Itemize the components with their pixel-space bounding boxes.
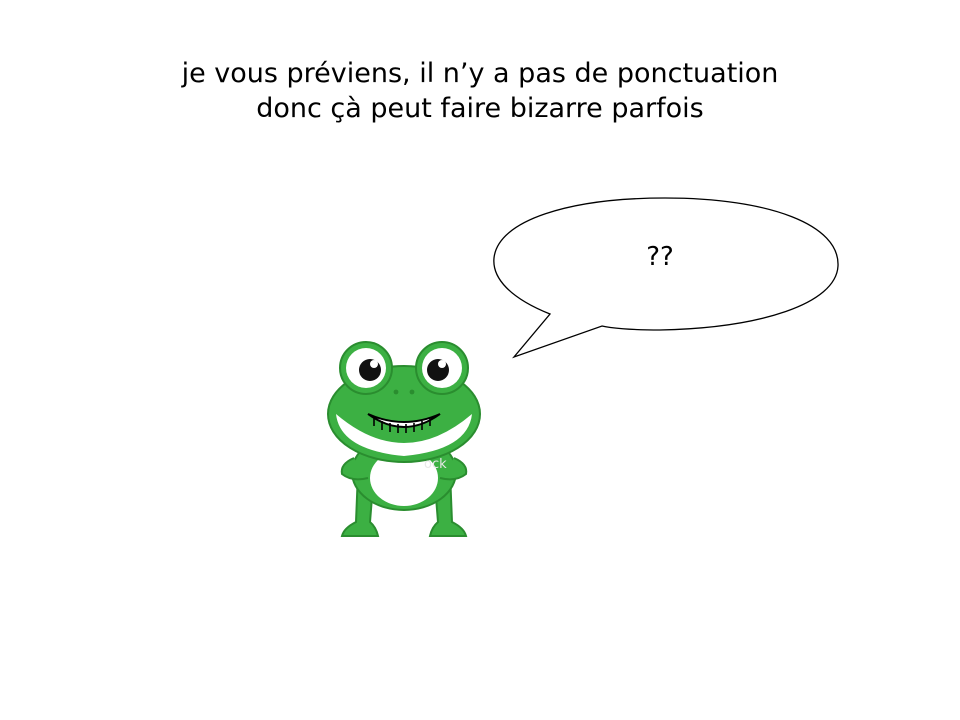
caption-line-2: donc çà peut faire bizarre parfois: [256, 93, 704, 124]
cartoon-frog-icon: ock: [327, 341, 481, 537]
speech-bubble: [493, 197, 839, 359]
caption-line-1: je vous préviens, il n’y a pas de ponctu…: [181, 58, 779, 89]
stock-watermark: ock: [424, 457, 447, 472]
speech-bubble-outline: [493, 197, 839, 359]
slide: je vous préviens, il n’y a pas de ponctu…: [0, 0, 960, 720]
speech-bubble-text: ??: [646, 242, 674, 272]
slide-caption: je vous préviens, il n’y a pas de ponctu…: [80, 56, 880, 126]
